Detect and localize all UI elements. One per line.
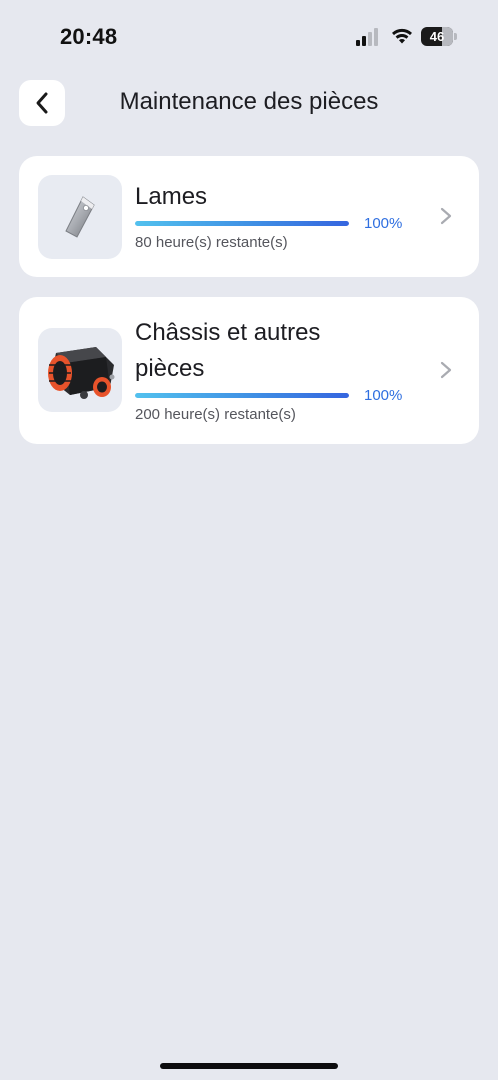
chevron-right-icon xyxy=(440,361,452,379)
status-time: 20:48 xyxy=(60,24,118,49)
signal-icon xyxy=(356,28,378,46)
home-indicator[interactable] xyxy=(160,1063,338,1069)
progress-fill xyxy=(135,393,349,398)
progress-percent: 100% xyxy=(364,215,403,232)
remaining-hours: 80 heure(s) restante(s) xyxy=(135,234,288,251)
part-card-chassis[interactable]: Châssis et autres pièces 100% 200 heure(… xyxy=(19,297,479,444)
part-card-blades[interactable]: Lames 100% 80 heure(s) restante(s) xyxy=(19,156,479,277)
progress-percent: 100% xyxy=(364,387,403,404)
progress-fill xyxy=(135,221,349,226)
app-screen: 20:48 46 Maintenance des pièces Lames 10… xyxy=(0,0,498,1080)
progress-bar xyxy=(135,393,349,398)
wifi-icon xyxy=(392,28,412,44)
remaining-hours: 200 heure(s) restante(s) xyxy=(135,406,296,423)
battery-level: 46 xyxy=(429,29,445,44)
page-title: Maintenance des pièces xyxy=(119,88,379,115)
part-name: Châssis et autres pièces xyxy=(135,319,321,382)
battery-icon: 46 xyxy=(421,27,457,46)
status-bar: 20:48 46 xyxy=(0,0,498,70)
blade-image xyxy=(38,175,122,259)
progress-bar xyxy=(135,221,349,226)
mower-chassis-image xyxy=(38,328,122,412)
chevron-right-icon xyxy=(440,207,452,225)
part-name: Lames xyxy=(135,183,208,210)
